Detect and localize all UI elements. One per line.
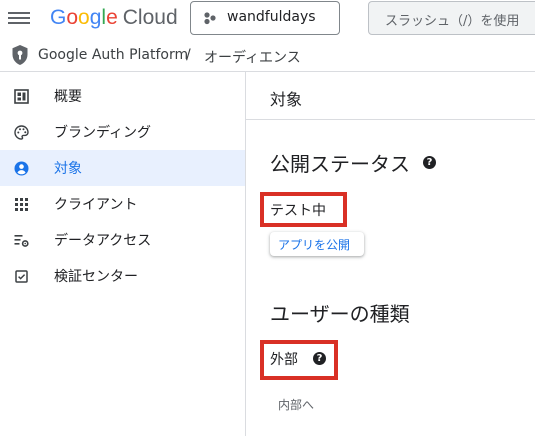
main-content: 対象 公開ステータス ? テスト中 アプリを公開 ユーザーの種類 外部 ? 内部…: [246, 72, 535, 436]
divider: [246, 119, 535, 120]
data-settings-icon: [14, 235, 29, 247]
logo-letter: o: [78, 6, 90, 29]
shield-icon: [12, 45, 28, 65]
logo-letter: e: [106, 6, 118, 29]
palette-icon: [14, 125, 29, 140]
dashboard-icon: [14, 89, 29, 104]
logo-letter: g: [89, 6, 102, 29]
google-cloud-logo[interactable]: Google Cloud: [50, 6, 178, 30]
help-icon[interactable]: ?: [313, 352, 326, 365]
sidebar-item-label: ブランディング: [54, 125, 152, 141]
account-circle-icon: [14, 161, 29, 176]
sidebar-item-label: クライアント: [54, 197, 138, 213]
search-placeholder: スラッシュ（/）を使用: [385, 14, 520, 29]
sidebar-item-verification-center[interactable]: 検証センター: [0, 258, 245, 294]
sidebar-item-label: データアクセス: [54, 233, 152, 249]
logo-letter: o: [66, 6, 79, 29]
project-name: wandfuldays: [227, 9, 316, 25]
sidebar-item-clients[interactable]: クライアント: [0, 186, 245, 222]
sidebar-item-label: 検証センター: [54, 269, 138, 285]
user-type-value: 外部: [270, 352, 298, 368]
sidebar: 概要 ブランディング 対象 クライアント データアクセス 検証センター: [0, 72, 246, 436]
sidebar-item-audience[interactable]: 対象: [0, 150, 245, 186]
sidebar-item-label: 対象: [54, 161, 82, 177]
publish-app-button[interactable]: アプリを公開: [270, 232, 364, 256]
sidebar-item-data-access[interactable]: データアクセス: [0, 222, 245, 258]
menu-icon[interactable]: [8, 10, 30, 28]
publishing-status-heading: 公開ステータス: [270, 152, 410, 176]
sidebar-item-overview[interactable]: 概要: [0, 78, 245, 114]
help-icon[interactable]: ?: [423, 156, 436, 169]
apps-grid-icon: [15, 198, 28, 211]
top-bar: Google Cloud wandfuldays スラッシュ（/）を使用: [0, 0, 535, 40]
sidebar-item-label: 概要: [54, 89, 82, 105]
project-dots-icon: [204, 12, 216, 25]
make-internal-link[interactable]: 内部へ: [278, 396, 314, 413]
publish-app-button-label: アプリを公開: [278, 238, 351, 252]
breadcrumb-product-link[interactable]: Google Auth Platform: [38, 47, 188, 63]
sidebar-item-branding[interactable]: ブランディング: [0, 114, 245, 150]
checkbox-icon: [15, 270, 28, 283]
breadcrumb-current-page: オーディエンス: [204, 50, 301, 66]
search-input[interactable]: スラッシュ（/）を使用: [368, 1, 535, 35]
user-type-heading: ユーザーの種類: [270, 302, 410, 326]
breadcrumb: Google Auth Platform / オーディエンス: [0, 40, 535, 72]
logo-letter: G: [50, 6, 67, 29]
page-title: 対象: [270, 90, 303, 109]
breadcrumb-separator: /: [186, 47, 191, 63]
project-picker-button[interactable]: wandfuldays: [190, 1, 340, 35]
publishing-status-value: テスト中: [270, 203, 326, 219]
